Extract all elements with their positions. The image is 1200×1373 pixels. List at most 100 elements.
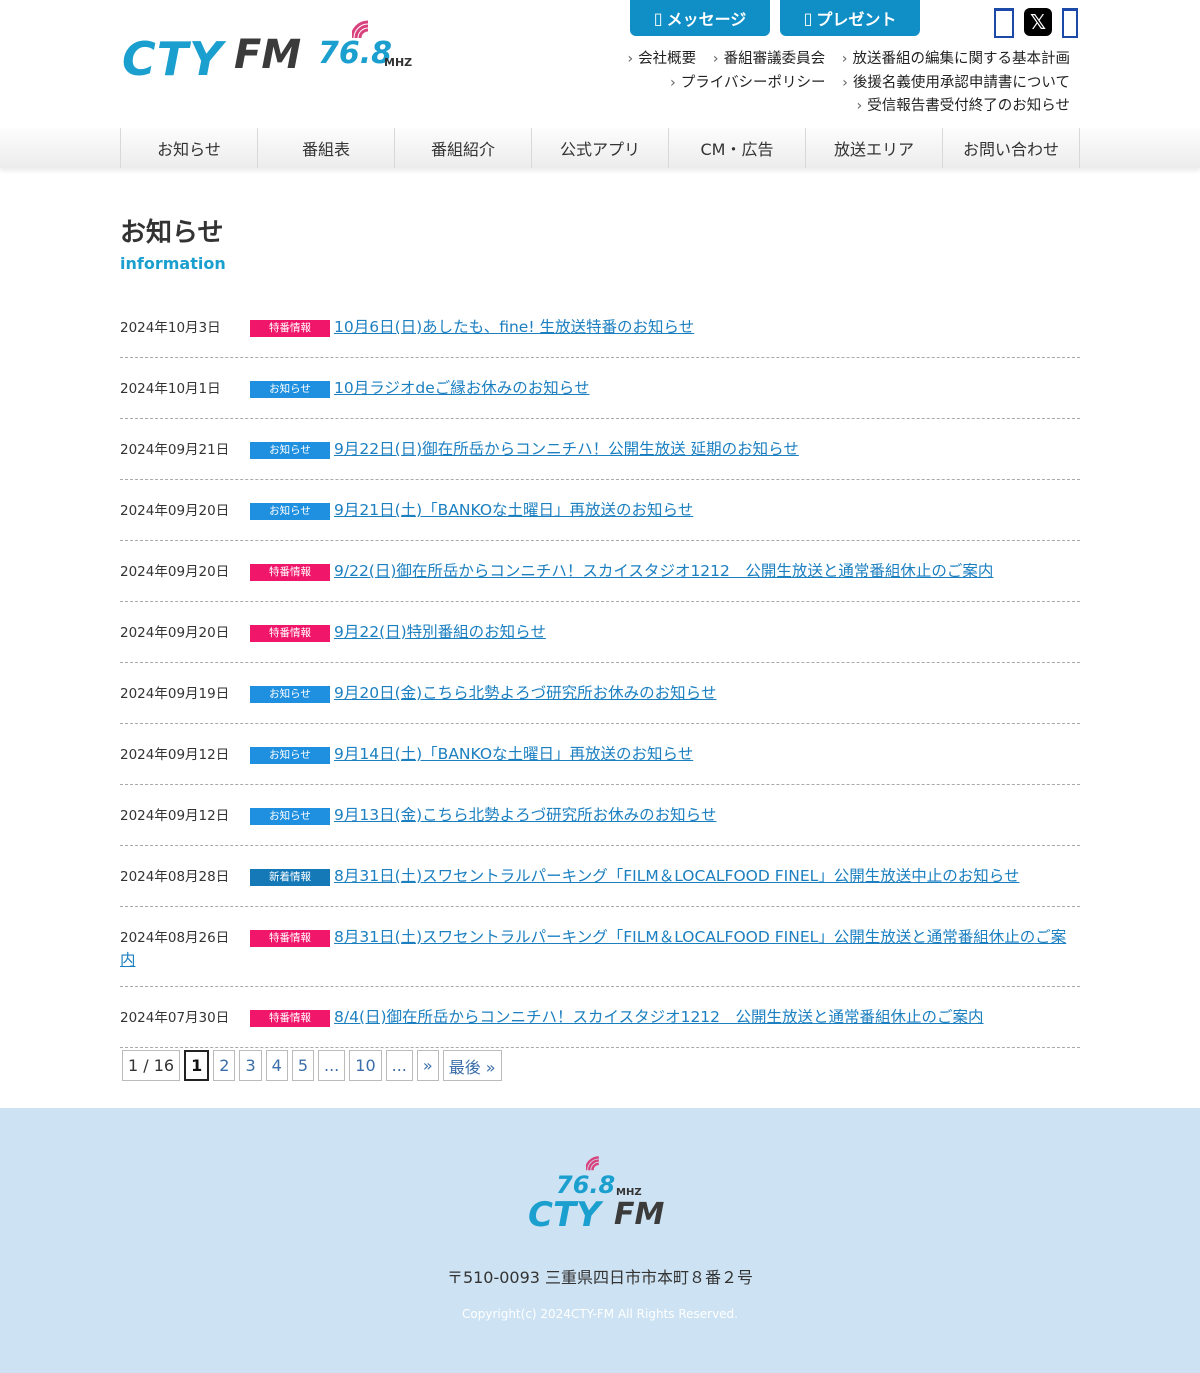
page-subtitle: information [120,254,226,273]
pagination-link[interactable]: 最後 » [442,1050,502,1081]
nav-item-area[interactable]: 放送エリア [806,128,943,168]
sublinks-row: プライバシーポリシー 後援名義使用承認申請書について [615,72,1070,96]
pagination-link[interactable]: » [416,1050,439,1081]
x-glyph: 𝕏 [1029,10,1047,34]
pagination-current: 1 [184,1050,210,1081]
logo-fm: FM [234,32,302,78]
news-date: 2024年08月28日 [120,869,230,885]
footer-logo-fm: FM [614,1197,665,1232]
site-header: CTY FM 76.8 MHZ ▯ メッセージ ▯ プレゼント 𝕏 会社概要 番… [0,0,1200,128]
news-item: 2024年09月12日 お知らせ 9月14日(土)「BANKOな土曜日」再放送のお知… [120,724,1080,785]
instagram-icon[interactable] [1062,8,1078,38]
present-button[interactable]: ▯ プレゼント [780,0,920,36]
news-title-link[interactable]: 9月14日(土)「BANKOな土曜日」再放送のお知らせ [334,745,693,763]
news-title-link[interactable]: 9月13日(金)こちら北勢よろづ研究所お休みのお知らせ [334,806,716,824]
pagination-link[interactable]: ... [318,1050,346,1081]
news-date: 2024年09月12日 [120,747,230,763]
sublink-broadcast-plan[interactable]: 放送番組の編集に関する基本計画 [842,51,1070,67]
news-item: 2024年08月26日 特番情報 8月31日(土)スワセントラルパーキング「FILM… [120,907,1080,987]
sublink-reception-report[interactable]: 受信報告書受付終了のお知らせ [856,98,1070,114]
news-date: 2024年08月26日 [120,930,230,946]
news-date: 2024年09月20日 [120,564,230,580]
news-category-badge: 新着情報 [250,869,330,886]
pagination: 1 / 16 1 2 3 4 5... 10...» 最後 » [122,1050,502,1081]
sublinks-row: 受信報告書受付終了のお知らせ [615,95,1070,119]
news-date: 2024年09月20日 [120,503,230,519]
news-item: 2024年10月1日 お知らせ 10月ラジオdeご縁お休みのお知らせ [120,358,1080,419]
pagination-link[interactable]: 10 [349,1050,382,1081]
news-item: 2024年09月19日 お知らせ 9月20日(金)こちら北勢よろづ研究所お休みのお知… [120,663,1080,724]
news-title-link[interactable]: 9月21日(土)「BANKOな土曜日」再放送のお知らせ [334,501,693,519]
news-date: 2024年09月12日 [120,808,230,824]
global-nav: お知らせ 番組表 番組紹介 公式アプリ CM・広告 放送エリア お問い合わせ [0,128,1200,168]
news-list: 2024年10月3日 特番情報 10月6日(日)あしたも、fine! 生放送特番のお… [120,297,1080,1048]
sublink-company[interactable]: 会社概要 [627,51,696,67]
message-button-label: メッセージ [666,10,747,29]
global-nav-items: お知らせ 番組表 番組紹介 公式アプリ CM・広告 放送エリア お問い合わせ [120,128,1080,168]
news-date: 2024年10月1日 [120,381,221,397]
pagination-link[interactable]: ... [385,1050,413,1081]
news-item: 2024年08月28日 新着情報 8月31日(土)スワセントラルパーキング「FILM… [120,846,1080,907]
news-category-badge: お知らせ [250,686,330,703]
footer-copyright: Copyright(c) 2024CTY-FM All Rights Reser… [462,1307,738,1321]
facebook-icon[interactable] [994,8,1014,38]
footer-logo[interactable]: 76.8 MHZ CTY FM [528,1153,678,1243]
nav-item-app[interactable]: 公式アプリ [532,128,669,168]
news-category-badge: 特番情報 [250,930,330,947]
gift-icon: ▯ [803,8,813,28]
news-item: 2024年07月30日 特番情報 8/4(日)御在所岳からコンニチハ！スカイスタジオ… [120,987,1080,1048]
footer-logo-brand: CTY [528,1195,601,1235]
news-category-badge: 特番情報 [250,320,330,337]
news-date: 2024年09月19日 [120,686,230,702]
sublink-privacy[interactable]: プライバシーポリシー [670,75,826,91]
news-title-link[interactable]: 10月ラジオdeご縁お休みのお知らせ [334,379,589,397]
message-icon: ▯ [653,8,663,28]
news-date: 2024年07月30日 [120,1010,230,1026]
news-item: 2024年09月20日 特番情報 9/22(日)御在所岳からコンニチハ！スカイスタジ… [120,541,1080,602]
sublink-sponsorship[interactable]: 後援名義使用承認申請書について [842,75,1070,91]
news-title-link[interactable]: 8/4(日)御在所岳からコンニチハ！スカイスタジオ1212 公開生放送と通常番組… [334,1008,984,1026]
x-icon[interactable]: 𝕏 [1024,8,1052,36]
nav-item-timetable[interactable]: 番組表 [258,128,395,168]
sublink-committee[interactable]: 番組審議委員会 [713,51,825,67]
news-category-badge: お知らせ [250,503,330,520]
site-logo[interactable]: CTY FM 76.8 MHZ [122,18,422,88]
present-button-label: プレゼント [816,10,897,29]
logo-brand: CTY [122,32,224,86]
news-date: 2024年09月21日 [120,442,230,458]
news-item: 2024年09月21日 お知らせ 9月22日(日)御在所岳からコンニチハ！公開生放送… [120,419,1080,480]
news-date: 2024年09月20日 [120,625,230,641]
news-category-badge: お知らせ [250,381,330,398]
news-category-badge: お知らせ [250,808,330,825]
news-title-link[interactable]: 9月20日(金)こちら北勢よろづ研究所お休みのお知らせ [334,684,716,702]
nav-item-contact[interactable]: お問い合わせ [943,128,1080,168]
nav-item-cm[interactable]: CM・広告 [669,128,806,168]
pagination-link[interactable]: 5 [291,1050,314,1081]
news-category-badge: お知らせ [250,442,330,459]
pagination-info: 1 / 16 [122,1050,181,1081]
page-title: お知らせ [120,218,224,248]
news-item: 2024年10月3日 特番情報 10月6日(日)あしたも、fine! 生放送特番のお… [120,297,1080,358]
news-date: 2024年10月3日 [120,320,221,336]
pagination-link[interactable]: 2 [213,1050,236,1081]
logo-frequency: 76.8 [318,36,393,71]
news-category-badge: 特番情報 [250,1010,330,1027]
message-button[interactable]: ▯ メッセージ [630,0,770,36]
nav-item-news[interactable]: お知らせ [121,128,258,168]
header-sublinks: 会社概要 番組審議委員会 放送番組の編集に関する基本計画 プライバシーポリシー … [615,48,1070,119]
nav-item-programs[interactable]: 番組紹介 [395,128,532,168]
news-title-link[interactable]: 8月31日(土)スワセントラルパーキング「FILM＆LOCALFOOD FINE… [334,867,1019,885]
news-title-link[interactable]: 9月22日(日)御在所岳からコンニチハ！公開生放送 延期のお知らせ [334,440,799,458]
site-footer: 76.8 MHZ CTY FM 〒510-0093 三重県四日市市本町８番２号 … [0,1108,1200,1373]
news-category-badge: 特番情報 [250,564,330,581]
news-title-link[interactable]: 10月6日(日)あしたも、fine! 生放送特番のお知らせ [334,318,694,336]
logo-unit: MHZ [384,56,413,69]
radio-wave-icon [586,1156,599,1171]
news-item: 2024年09月20日 お知らせ 9月21日(土)「BANKOな土曜日」再放送のお知… [120,480,1080,541]
pagination-link[interactable]: 4 [265,1050,288,1081]
footer-address: 〒510-0093 三重県四日市市本町８番２号 [446,1268,754,1287]
news-title-link[interactable]: 9月22(日)特別番組のお知らせ [334,623,546,641]
pagination-link[interactable]: 3 [239,1050,262,1081]
news-title-link[interactable]: 9/22(日)御在所岳からコンニチハ！スカイスタジオ1212 公開生放送と通常番… [334,562,993,580]
news-category-badge: お知らせ [250,747,330,764]
